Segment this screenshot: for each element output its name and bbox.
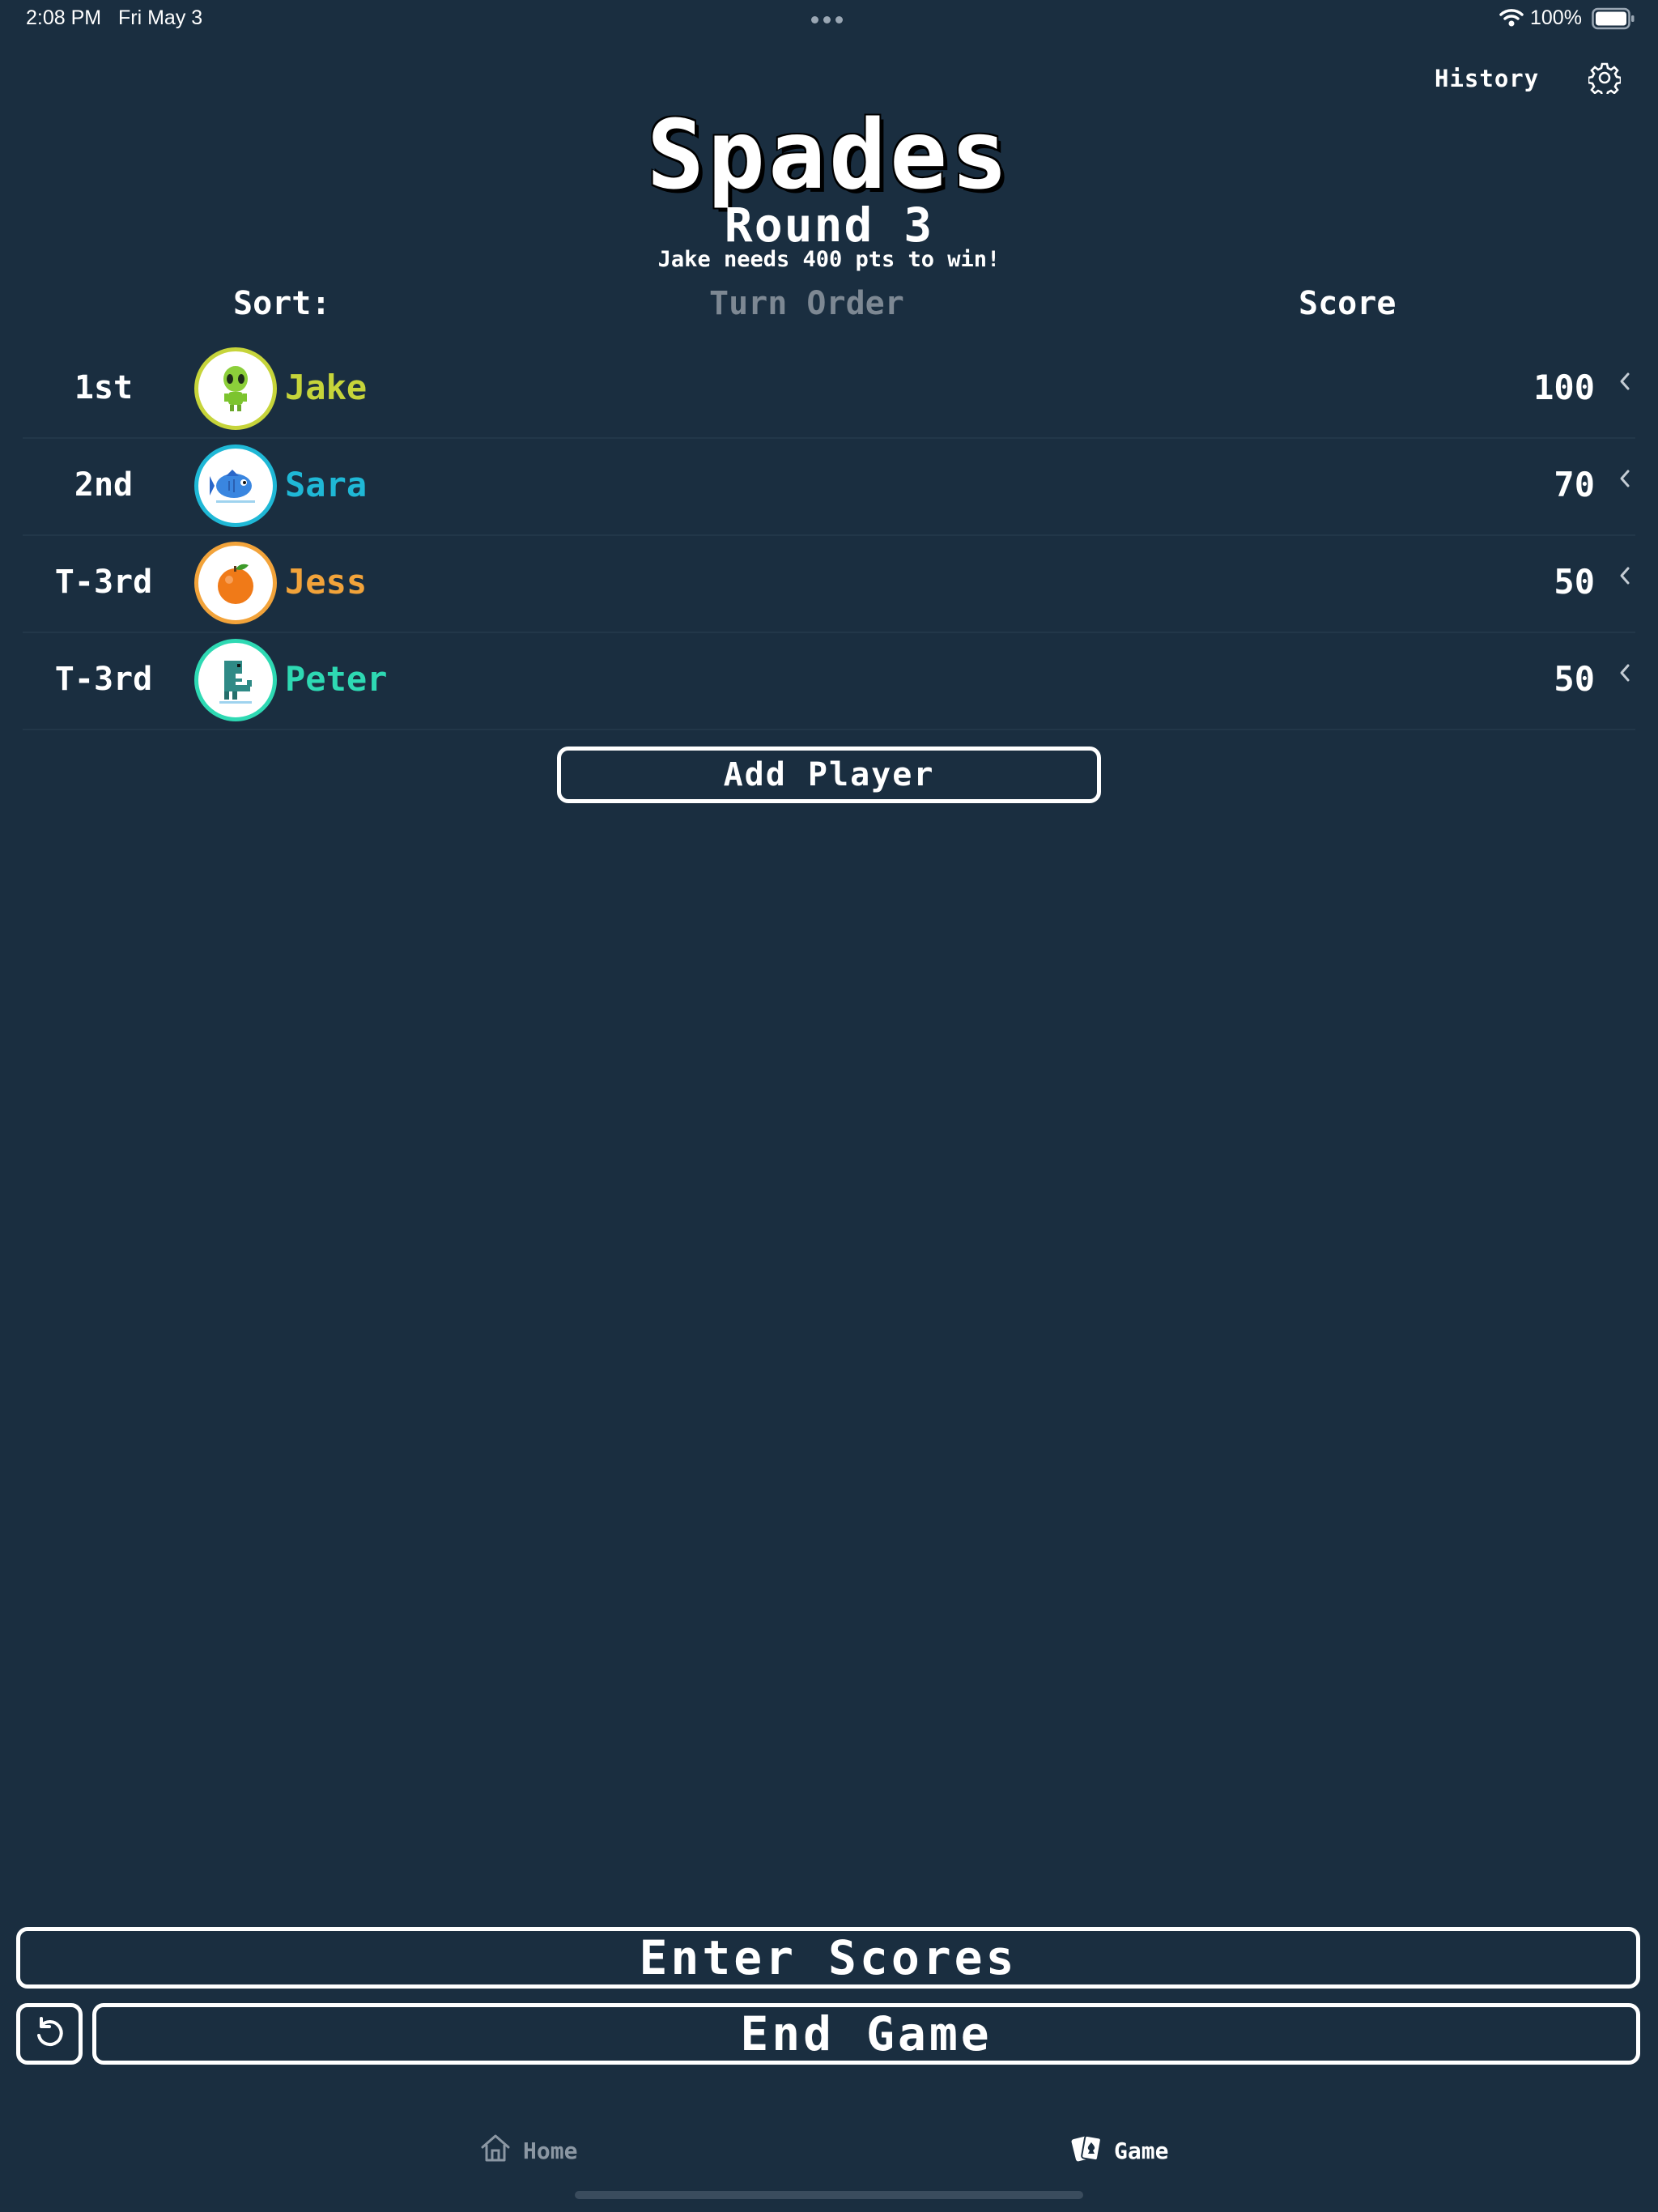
chevron-left-icon[interactable] [1618,662,1632,687]
chevron-left-icon[interactable] [1618,371,1632,395]
sort-label: Sort: [233,285,331,322]
player-score: 50 [1554,562,1595,602]
multitasking-dots-icon[interactable] [811,16,843,23]
player-rank: 2nd [74,466,134,504]
player-name: Peter [285,659,388,699]
chevron-left-icon[interactable] [1618,565,1632,589]
sort-option-turn-order[interactable]: Turn Order [709,285,904,322]
playing-cards-icon [1070,2133,1103,2169]
alien-avatar [194,347,277,430]
player-row[interactable]: 2nd Sara 70 [23,439,1635,536]
wifi-icon [1499,8,1524,31]
player-row[interactable]: 1st Jake 100 [23,342,1635,439]
player-name: Jess [285,562,368,602]
game-title: Spades [646,99,1012,211]
player-row[interactable]: T-3rd Jess 50 [23,536,1635,633]
fish-avatar [194,445,277,527]
tab-home[interactable]: Home [479,2133,577,2169]
player-name: Jake [285,368,368,407]
player-name: Sara [285,465,368,504]
dinosaur-avatar [194,639,277,721]
win-condition-note: Jake needs 400 pts to win! [657,247,1001,272]
player-score: 50 [1554,659,1595,699]
tab-home-label: Home [523,2138,578,2164]
battery-icon [1592,7,1635,33]
undo-button[interactable] [16,2003,83,2065]
orange-avatar [194,542,277,624]
status-time: 2:08 PM [26,6,102,29]
add-player-button[interactable]: Add Player [557,747,1101,803]
tab-game-label: Game [1114,2138,1169,2164]
tab-game[interactable]: Game [1070,2133,1168,2169]
gear-icon[interactable] [1587,62,1622,98]
history-button[interactable]: History [1435,65,1539,92]
player-row[interactable]: T-3rd Peter 50 [23,633,1635,730]
player-score: 100 [1533,368,1595,407]
home-indicator[interactable] [575,2191,1083,2199]
sort-option-score[interactable]: Score [1299,285,1396,322]
player-score: 70 [1554,465,1595,504]
house-icon [479,2133,512,2169]
player-rank: 1st [74,369,134,406]
player-rank: T-3rd [54,661,153,698]
end-game-button[interactable]: End Game [92,2003,1640,2065]
status-date: Fri May 3 [118,6,203,29]
undo-icon [32,2014,67,2053]
player-rank: T-3rd [54,564,153,601]
chevron-left-icon[interactable] [1618,468,1632,492]
round-label: Round 3 [724,198,934,253]
battery-percentage: 100% [1530,6,1582,29]
enter-scores-button[interactable]: Enter Scores [16,1927,1640,1989]
